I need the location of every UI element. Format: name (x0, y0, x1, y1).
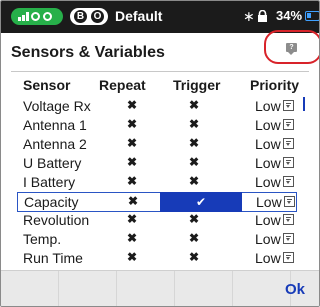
function-key[interactable] (175, 271, 233, 306)
repeat-toggle[interactable]: ✖ (122, 250, 142, 264)
trigger-toggle[interactable]: ✖ (174, 155, 214, 169)
repeat-toggle[interactable]: ✖ (122, 98, 142, 112)
ok-button[interactable]: Ok (285, 281, 305, 298)
priority-value[interactable]: Low (255, 155, 281, 171)
trigger-toggle[interactable]: ✖ (174, 250, 214, 264)
trigger-toggle[interactable]: ✖ (174, 174, 214, 188)
model-name: Default (115, 8, 163, 24)
sensor-name: Voltage Rx (23, 98, 91, 114)
sensor-name: U Battery (23, 155, 82, 171)
help-chat-icon[interactable]: ? (286, 43, 297, 55)
table-row[interactable]: I Battery ✖ ✖ Low (17, 173, 297, 193)
battery-icon (305, 11, 319, 21)
priority-value[interactable]: Low (255, 174, 281, 190)
table-row[interactable]: Antenna 1 ✖ ✖ Low (17, 116, 297, 136)
priority-value[interactable]: Low (255, 98, 281, 114)
dropdown-icon[interactable] (283, 252, 294, 263)
b-badge: B (74, 10, 87, 23)
table-row[interactable]: Voltage Rx ✖ ✖ Low (17, 97, 297, 117)
repeat-toggle[interactable]: ✖ (122, 231, 142, 245)
sensor-name: I Battery (23, 174, 76, 190)
dropdown-icon[interactable] (284, 196, 295, 207)
sensor-name: Antenna 2 (23, 136, 87, 152)
table-row[interactable]: Temp. ✖ ✖ Low (17, 230, 297, 250)
trigger-toggle[interactable]: ✖ (174, 231, 214, 245)
footer-bar: Ok (1, 270, 319, 306)
repeat-toggle[interactable]: ✖ (122, 117, 142, 131)
signal-indicator (11, 8, 63, 25)
priority-value[interactable]: Low (255, 117, 281, 133)
sensor-name: Capacity (24, 194, 79, 210)
header-trigger: Trigger (173, 77, 221, 93)
receiver-dot-icon (43, 12, 52, 21)
table-row[interactable]: U Battery ✖ ✖ Low (17, 154, 297, 174)
function-key[interactable] (117, 271, 175, 306)
screen: B O Default ∗ 34% Sensors & Variables ? … (0, 0, 320, 307)
repeat-toggle[interactable]: ✖ (122, 136, 142, 150)
sensor-name: Run Time (23, 250, 83, 266)
repeat-toggle[interactable]: ✖ (122, 212, 142, 226)
header-priority: Priority (250, 77, 300, 93)
battery-percentage: 34% (276, 8, 303, 23)
lock-icon (258, 10, 267, 22)
trigger-toggle[interactable]: ✖ (174, 98, 214, 112)
status-bar: B O Default ∗ 34% (1, 1, 319, 33)
trigger-toggle[interactable]: ✖ (174, 117, 214, 131)
dropdown-icon[interactable] (283, 157, 294, 168)
repeat-toggle[interactable]: ✖ (122, 155, 142, 169)
table-row[interactable]: Antenna 2 ✖ ✖ Low (17, 135, 297, 155)
dropdown-icon[interactable] (283, 100, 294, 111)
bind-status: B O (70, 8, 108, 25)
sensor-name: Revolution (23, 212, 90, 228)
repeat-toggle[interactable]: ✖ (123, 194, 143, 208)
priority-value[interactable]: Low (256, 194, 282, 210)
function-key[interactable] (59, 271, 117, 306)
scrollbar[interactable] (303, 97, 305, 111)
table-row[interactable]: Revolution ✖ ✖ Low (17, 211, 297, 231)
dropdown-icon[interactable] (283, 138, 294, 149)
dropdown-icon[interactable] (283, 214, 294, 225)
priority-value[interactable]: Low (255, 231, 281, 247)
table-row[interactable]: Capacity ✖ ✔ Low (17, 192, 297, 212)
table-row[interactable]: Run Time ✖ ✖ Low (17, 249, 297, 269)
trigger-toggle[interactable]: ✖ (174, 212, 214, 226)
header-repeat: Repeat (99, 77, 146, 93)
page-title: Sensors & Variables (11, 44, 165, 61)
trigger-toggle[interactable]: ✔ (160, 192, 242, 212)
dropdown-icon[interactable] (283, 176, 294, 187)
dropdown-icon[interactable] (283, 233, 294, 244)
divider (11, 71, 309, 72)
priority-value[interactable]: Low (255, 136, 281, 152)
sensor-name: Antenna 1 (23, 117, 87, 133)
bluetooth-icon: ∗ (243, 8, 255, 24)
priority-value[interactable]: Low (255, 250, 281, 266)
receiver-dot-icon (31, 12, 40, 21)
priority-value[interactable]: Low (255, 212, 281, 228)
dropdown-icon[interactable] (283, 119, 294, 130)
o-badge: O (91, 10, 104, 23)
function-key[interactable] (1, 271, 59, 306)
header-sensor: Sensor (23, 77, 71, 93)
sensor-name: Temp. (23, 231, 62, 247)
trigger-toggle[interactable]: ✖ (174, 136, 214, 150)
repeat-toggle[interactable]: ✖ (122, 174, 142, 188)
function-key[interactable] (233, 271, 291, 306)
